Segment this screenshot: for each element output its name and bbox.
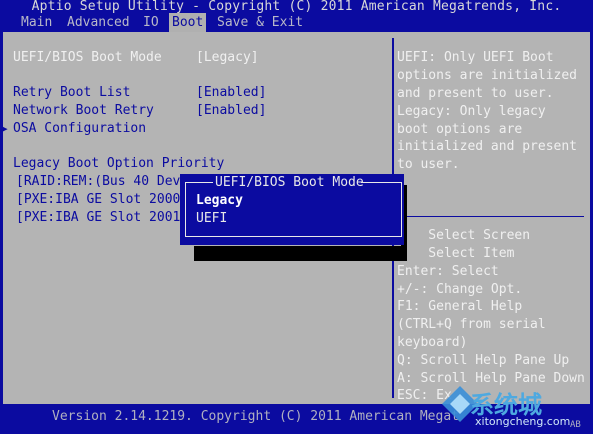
help-pane: UEFI: Only UEFI Boot options are initial… — [394, 32, 590, 404]
help-line-5: boot options are — [397, 122, 523, 137]
submenu-arrow-icon: ▶ — [1, 122, 8, 135]
tab-advanced[interactable]: Advanced — [64, 13, 133, 32]
popup-frame-top-right — [361, 182, 401, 183]
popup-frame-top-left — [185, 182, 213, 183]
key-general-help: F1: General Help — [397, 299, 523, 314]
popup-shadow — [194, 246, 407, 261]
help-line-3: and present to user. — [397, 86, 554, 101]
version-text: Version 2.14.1219. Copyright (C) 2011 Am… — [52, 409, 459, 424]
popup-option-legacy[interactable]: Legacy — [196, 192, 243, 209]
boot-option-1[interactable]: [RAID:REM:(Bus 40 Dev — [16, 173, 180, 191]
corner-mark: AB — [570, 420, 581, 430]
help-line-1: UEFI: Only UEFI Boot — [397, 50, 554, 65]
boot-mode-value[interactable]: [Legacy] — [196, 49, 259, 67]
tab-bar: Main Advanced IO Boot Save & Exit — [0, 13, 593, 32]
popup-title: UEFI/BIOS Boot Mode — [215, 175, 364, 190]
bios-title-bar: Aptio Setup Utility - Copyright (C) 2011… — [0, 0, 593, 13]
watermark-url: xitongcheng.com — [475, 415, 571, 428]
key-select-screen: Select Screen — [397, 228, 531, 243]
key-keyboard: keyboard) — [397, 335, 468, 350]
key-ctrl-q: (CTRL+Q from serial — [397, 317, 546, 332]
network-boot-retry-label[interactable]: Network Boot Retry — [13, 102, 154, 120]
tab-save-exit[interactable]: Save & Exit — [214, 13, 306, 32]
tab-boot[interactable]: Boot — [169, 13, 207, 32]
tab-main[interactable]: Main — [18, 13, 55, 32]
boot-option-3[interactable]: [PXE:IBA GE Slot 2001 — [16, 209, 180, 227]
popup-option-uefi[interactable]: UEFI — [196, 210, 227, 227]
retry-boot-list-value[interactable]: [Enabled] — [196, 84, 266, 102]
boot-mode-label[interactable]: UEFI/BIOS Boot Mode — [13, 49, 162, 67]
help-line-7: to user. — [397, 157, 460, 172]
tab-io[interactable]: IO — [140, 13, 162, 32]
help-line-2: options are initialized — [397, 68, 578, 83]
key-enter: Enter: Select — [397, 264, 499, 279]
key-scroll-up: Q: Scroll Help Pane Up — [397, 353, 570, 368]
boot-option-2[interactable]: [PXE:IBA GE Slot 2000 — [16, 191, 180, 209]
retry-boot-list-label[interactable]: Retry Boot List — [13, 84, 130, 102]
key-select-item: Select Item — [397, 246, 515, 261]
osa-configuration-link[interactable]: OSA Configuration — [13, 120, 146, 138]
help-line-6: initialized and present — [397, 139, 578, 154]
help-line-4: Legacy: Only legacy — [397, 104, 546, 119]
key-change-opt: +/-: Change Opt. — [397, 282, 523, 297]
network-boot-retry-value[interactable]: [Enabled] — [196, 102, 266, 120]
legacy-priority-heading: Legacy Boot Option Priority — [13, 156, 225, 171]
